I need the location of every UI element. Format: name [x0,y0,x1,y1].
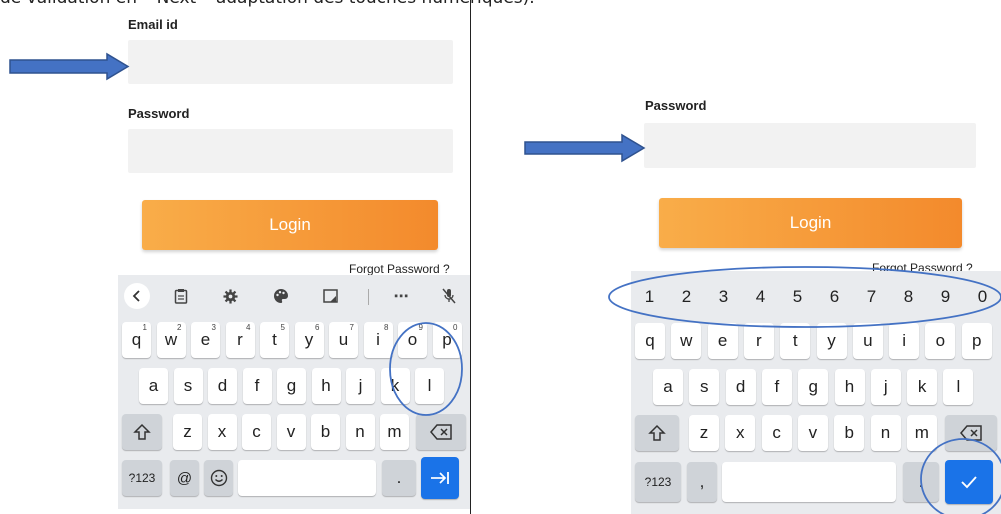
annotation-layer-right [524,133,1001,514]
circle-done-key-annotation [920,438,1001,514]
arrow-password-annotation [524,133,646,163]
circle-number-row-annotation [608,266,1001,328]
